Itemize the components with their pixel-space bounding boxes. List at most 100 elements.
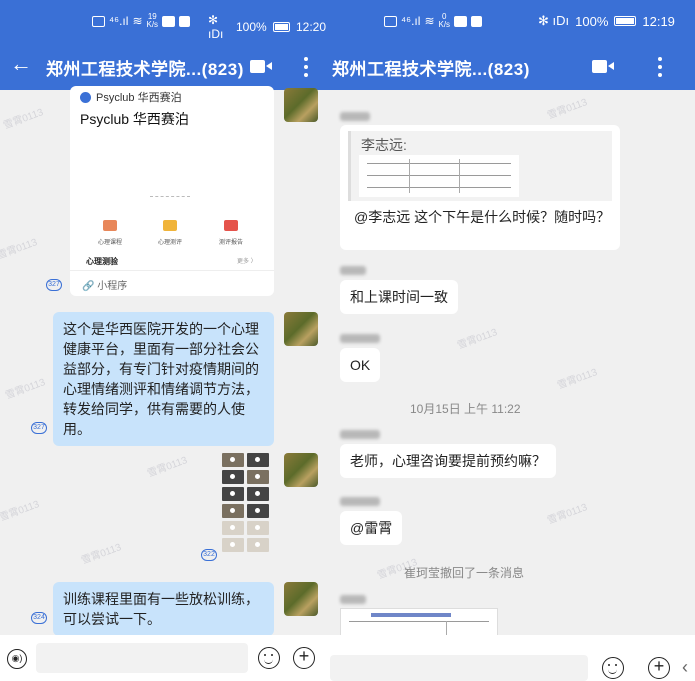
- message-bubble[interactable]: OK: [340, 348, 381, 382]
- bluetooth-vibrate-icon: ✻ ıDı: [208, 13, 224, 41]
- sender-name-blurred: [340, 430, 380, 439]
- add-attachment-icon[interactable]: +: [648, 657, 670, 679]
- recall-notice: 崔珂莹撤回了一条消息: [404, 566, 525, 580]
- image-thumbnail[interactable]: [222, 504, 244, 518]
- watermark: 雪霄0113: [0, 237, 39, 262]
- wifi-icon: ≋: [424, 14, 435, 28]
- hd-icon: [92, 15, 105, 27]
- message-bubble[interactable]: 训练课程里面有一些放松训练，可以尝试一下。: [53, 582, 274, 636]
- back-arrow-icon[interactable]: ←: [10, 51, 32, 77]
- watermark: 雪霄0113: [556, 367, 599, 392]
- emoji-icon[interactable]: [258, 647, 280, 669]
- status-time: 12:20: [295, 20, 326, 34]
- network-speed: 0 K/s: [438, 12, 451, 29]
- collapse-arrow-icon[interactable]: ‹: [682, 657, 688, 678]
- message-bubble[interactable]: 这个是华西医院开发的一个心理健康平台，里面有一部分社会公益部分，有专门针对疫情期…: [53, 312, 274, 446]
- mini-program-label: 🔗 小程序: [82, 281, 128, 292]
- status-bar: ⁴⁶.ıl ≋ 0 K/s ✻ ıDı 100% 12:19: [326, 0, 695, 42]
- watermark: 雪霄0113: [0, 499, 41, 524]
- sender-name-blurred: [340, 112, 370, 121]
- emoji-icon[interactable]: [602, 657, 624, 679]
- chat-title: 郑州工程技术学院...(823): [332, 60, 530, 79]
- message-timestamp: 10月15日 上午 11:22: [410, 402, 521, 416]
- feature-course: 心理课程: [85, 220, 135, 246]
- battery-percent: 100%: [235, 20, 267, 34]
- report-icon: [224, 220, 238, 231]
- sender-name-blurred: [340, 497, 380, 506]
- read-count-badge[interactable]: 322: [201, 549, 217, 561]
- card-title: Psyclub 华西赛泊: [80, 111, 189, 127]
- add-attachment-icon[interactable]: +: [293, 647, 315, 669]
- more-options-icon[interactable]: [304, 57, 308, 77]
- status-time: 12:19: [642, 13, 675, 29]
- watermark: 雪霄0113: [546, 97, 589, 122]
- signal-icon: ⁴⁶.ıl: [109, 14, 129, 28]
- message-list[interactable]: 雪霄0113 雪霄0113 雪霄0113 雪霄0113 雪霄0113 李志远: …: [326, 90, 695, 656]
- watermark: 雪霄0113: [2, 107, 45, 132]
- mini-program-card[interactable]: Psyclub 华西赛泊 Psyclub 华西赛泊 心理课程 心理测评 测评报告…: [70, 86, 274, 296]
- card-section-title: 心理测验: [86, 257, 118, 266]
- watermark: 雪霄0113: [4, 377, 47, 402]
- card-separator: [70, 270, 274, 271]
- image-thumbnail[interactable]: [222, 521, 244, 535]
- image-message[interactable]: [222, 453, 269, 552]
- voice-input-icon[interactable]: ◉): [7, 649, 27, 669]
- quoted-message[interactable]: 李志远:: [348, 131, 612, 201]
- chat-header: 郑州工程技术学院...(823): [326, 42, 695, 90]
- image-thumbnail[interactable]: [222, 470, 244, 484]
- image-thumbnail[interactable]: [247, 453, 269, 467]
- chat-header: ← 郑州工程技术学院...(823): [0, 42, 326, 90]
- image-thumbnail[interactable]: [247, 538, 269, 552]
- input-bar: ◉) +: [0, 635, 326, 681]
- wifi-icon: ≋: [132, 14, 143, 28]
- message-bubble[interactable]: 和上课时间一致: [340, 280, 458, 314]
- watermark: 雪霄0113: [146, 455, 189, 480]
- image-thumbnail[interactable]: [247, 521, 269, 535]
- chat-title: 郑州工程技术学院...(823): [46, 60, 244, 79]
- message-list[interactable]: 雪霄0113 雪霄0113 雪霄0113 雪霄0113 雪霄0113 雪霄011…: [0, 86, 326, 636]
- image-thumbnail[interactable]: [222, 453, 244, 467]
- link-icon: 🔗: [82, 281, 95, 292]
- status-left-icons: ⁴⁶.ıl ≋ 0 K/s: [384, 12, 483, 29]
- signal-icon: ⁴⁶.ıl: [401, 14, 421, 28]
- quote-reply-bubble[interactable]: 李志远: @李志远 这个下午是什么时候？随时吗？: [340, 125, 620, 250]
- message-input[interactable]: [330, 655, 588, 681]
- app-logo-icon: [80, 91, 91, 103]
- watermark: 雪霄0113: [546, 502, 589, 527]
- document-heading: [371, 613, 451, 617]
- status-right-icons: ✻ ıDı 100% 12:20: [208, 13, 326, 41]
- message-bubble[interactable]: 老师，心理咨询要提前预约嘛？: [340, 444, 556, 478]
- left-chat-screen: ⁴⁶.ıl ≋ 19 K/s ✻ ıDı 100% 12:20 ← 郑州工程技术学…: [0, 0, 326, 681]
- avatar[interactable]: [284, 312, 318, 346]
- assessment-icon: [163, 220, 177, 231]
- feature-report: 测评报告: [206, 220, 256, 246]
- avatar[interactable]: [284, 453, 318, 487]
- avatar[interactable]: [284, 582, 318, 616]
- image-thumbnail[interactable]: [247, 487, 269, 501]
- message-bubble[interactable]: @雷霄: [340, 511, 403, 545]
- video-call-icon[interactable]: [592, 60, 614, 73]
- sender-name-blurred: [340, 266, 366, 275]
- video-call-icon[interactable]: [250, 60, 272, 73]
- quoted-image[interactable]: [359, 155, 519, 197]
- battery-percent: 100%: [575, 13, 609, 29]
- status-right-icons: ✻ ıDı 100% 12:19: [538, 13, 675, 29]
- hd-icon: [384, 15, 397, 27]
- app-notification-icon: [454, 15, 468, 27]
- read-count-badge[interactable]: 327: [31, 422, 47, 434]
- watermark: 雪霄0113: [80, 542, 123, 567]
- image-thumbnail[interactable]: [247, 504, 269, 518]
- card-section-more: 更多 〉: [237, 259, 257, 265]
- image-thumbnail[interactable]: [222, 538, 244, 552]
- message-input[interactable]: [36, 643, 248, 673]
- read-count-badge[interactable]: 327: [46, 279, 62, 291]
- image-thumbnail[interactable]: [222, 487, 244, 501]
- avatar[interactable]: [284, 88, 318, 122]
- image-thumbnail[interactable]: [247, 470, 269, 484]
- course-icon: [103, 220, 117, 231]
- chat-notification-icon: [179, 15, 191, 27]
- read-count-badge[interactable]: 324: [31, 612, 47, 624]
- more-options-icon[interactable]: [658, 57, 662, 77]
- battery-icon: [272, 22, 290, 32]
- sender-name-blurred: [340, 595, 366, 604]
